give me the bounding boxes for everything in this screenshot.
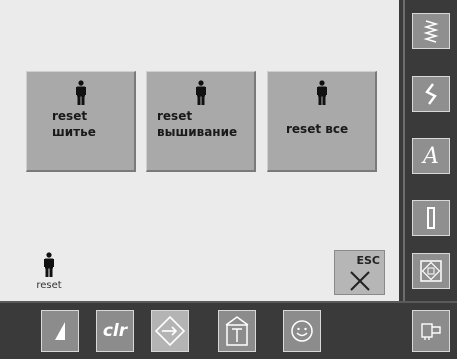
close-icon [350,271,370,291]
reset-indicator: reset [34,250,64,292]
setup-icon [154,315,186,347]
buttonhole-button[interactable] [412,200,450,236]
clr-label: clr [102,321,128,341]
stitch-selection-button[interactable] [412,13,450,49]
esc-label: ESC [356,254,380,267]
clear-button[interactable]: clr [96,310,134,352]
needle-position-icon [55,322,65,340]
person-icon [44,252,54,277]
main-screen: reset шитье reset вышивание reset все re… [0,0,399,301]
person-icon [75,80,86,105]
home-icon [421,323,441,340]
smiley-icon [291,320,313,342]
reset-embroidery-label: reset вышивание [157,109,238,139]
reset-indicator-label: reset [36,280,62,291]
stitch-selection-icon [423,20,439,43]
person-icon [195,80,206,105]
tutorial-icon [225,316,249,346]
person-icon [316,80,327,105]
reset-sewing-button[interactable]: reset шитье [26,71,136,172]
alphabet-button[interactable]: A [412,138,450,174]
reset-embroidery-button[interactable]: reset вышивание [146,71,256,172]
needle-position-button[interactable] [41,310,79,352]
home-button[interactable] [412,310,450,352]
tutorial-button[interactable] [218,310,256,352]
setup-button[interactable] [151,310,189,352]
reset-sewing-label: reset шитье [52,109,96,139]
alphabet-icon: A [423,143,439,169]
quilt-icon [420,260,442,282]
buttonhole-icon [427,207,435,229]
reset-all-button[interactable]: reset все [267,71,377,172]
quilt-button[interactable] [412,253,450,289]
creative-consultant-button[interactable] [283,310,321,352]
zigzag-button[interactable] [412,76,450,112]
zigzag-icon [425,83,437,105]
esc-button[interactable]: ESC [334,250,385,295]
reset-all-label: reset все [286,122,349,136]
